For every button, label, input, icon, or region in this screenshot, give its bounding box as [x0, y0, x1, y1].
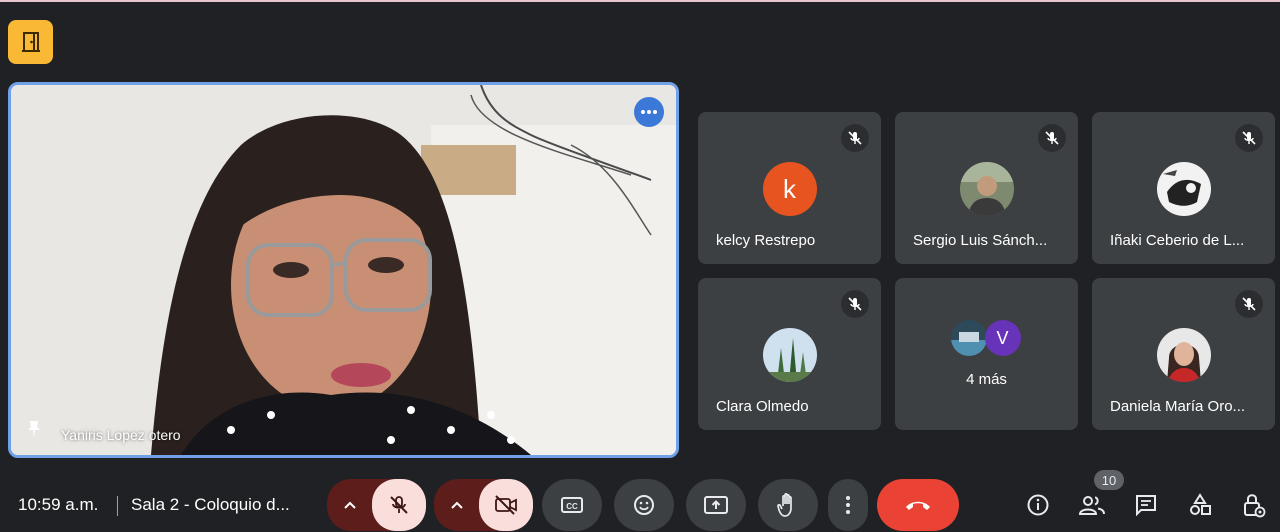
avatar: [1156, 328, 1211, 382]
camera-control-group: [434, 479, 533, 531]
more-participants-tile[interactable]: V 4 más: [895, 278, 1078, 430]
chat-icon: [1136, 495, 1156, 517]
camera-toggle-button[interactable]: [479, 479, 533, 531]
meeting-info-button[interactable]: [1018, 485, 1058, 525]
avatar: V: [984, 320, 1021, 356]
avatar-letter: V: [996, 327, 1009, 348]
main-video-tile[interactable]: Yaniris Lopez otero: [8, 82, 679, 458]
participant-tile[interactable]: k kelcy Restrepo: [698, 112, 881, 264]
camera-off-icon: [495, 495, 517, 515]
breakout-room-button[interactable]: [8, 20, 53, 64]
mic-off-icon: [390, 496, 408, 514]
chat-button[interactable]: [1126, 485, 1166, 525]
main-participant-name: Yaniris Lopez otero: [61, 427, 181, 443]
participant-name: Sergio Luis Sánch...: [913, 232, 1048, 249]
avatar-letter: k: [783, 173, 796, 204]
chevron-up-icon: [344, 501, 356, 509]
avatar: [959, 162, 1014, 216]
participant-name: kelcy Restrepo: [716, 232, 816, 249]
stacked-avatars: V: [950, 320, 1027, 356]
pin-icon: [23, 418, 45, 445]
participant-tile[interactable]: Iñaki Ceberio de L...: [1092, 112, 1275, 264]
participant-video: [11, 85, 676, 455]
participant-tile[interactable]: Clara Olmedo: [698, 278, 881, 430]
present-icon: [704, 496, 728, 514]
participant-tile[interactable]: Daniela María Oro...: [1092, 278, 1275, 430]
avatar: [1156, 162, 1211, 216]
info-icon: [1027, 494, 1049, 516]
mic-off-icon: [1235, 290, 1263, 318]
chevron-up-icon: [451, 501, 463, 509]
meeting-clock: 10:59 a.m.: [18, 495, 99, 514]
avatar: [762, 328, 817, 382]
mic-off-icon: [1038, 124, 1066, 152]
captions-button[interactable]: CC: [542, 479, 602, 531]
people-button[interactable]: [1072, 485, 1112, 525]
participant-name: Daniela María Oro...: [1110, 398, 1246, 415]
more-participants-label: 4 más: [966, 371, 1007, 388]
avatar: [950, 320, 987, 356]
emoji-icon: [634, 495, 654, 515]
mic-off-icon: [841, 124, 869, 152]
end-call-icon: [906, 501, 930, 510]
emoji-reaction-button[interactable]: [614, 479, 674, 531]
participant-name: Clara Olmedo: [716, 398, 809, 415]
more-vert-icon: [846, 496, 850, 514]
participant-name: Iñaki Ceberio de L...: [1110, 232, 1245, 249]
mic-options-button[interactable]: [327, 479, 373, 531]
mic-off-icon: [1235, 124, 1263, 152]
activities-icon: [1190, 493, 1211, 515]
mic-off-icon: [841, 290, 869, 318]
more-horizontal-icon: [641, 110, 657, 114]
raise-hand-icon: [777, 493, 792, 517]
mic-toggle-button[interactable]: [372, 479, 426, 531]
mic-control-group: [327, 479, 426, 531]
people-icon: [1079, 496, 1105, 515]
present-screen-button[interactable]: [686, 479, 746, 531]
more-options-button[interactable]: [828, 479, 868, 531]
activities-button[interactable]: [1180, 485, 1220, 525]
tile-options-button[interactable]: [634, 97, 664, 127]
bottom-control-bar: 10:59 a.m. Sala 2 - Coloquio d... CC 10: [0, 470, 1280, 532]
door-icon: [21, 32, 40, 52]
meeting-title: Sala 2 - Coloquio d...: [131, 495, 290, 514]
end-call-button[interactable]: [877, 479, 959, 531]
host-controls-icon: [1244, 494, 1266, 518]
participant-count-badge: 10: [1094, 470, 1124, 490]
divider: [117, 496, 118, 516]
window-top-edge: [0, 0, 1280, 2]
host-controls-button[interactable]: [1234, 485, 1274, 525]
captions-icon: CC: [561, 497, 583, 513]
svg-text:CC: CC: [566, 502, 578, 511]
camera-options-button[interactable]: [434, 479, 480, 531]
participant-tile[interactable]: Sergio Luis Sánch...: [895, 112, 1078, 264]
raise-hand-button[interactable]: [758, 479, 818, 531]
avatar: k: [762, 162, 817, 216]
